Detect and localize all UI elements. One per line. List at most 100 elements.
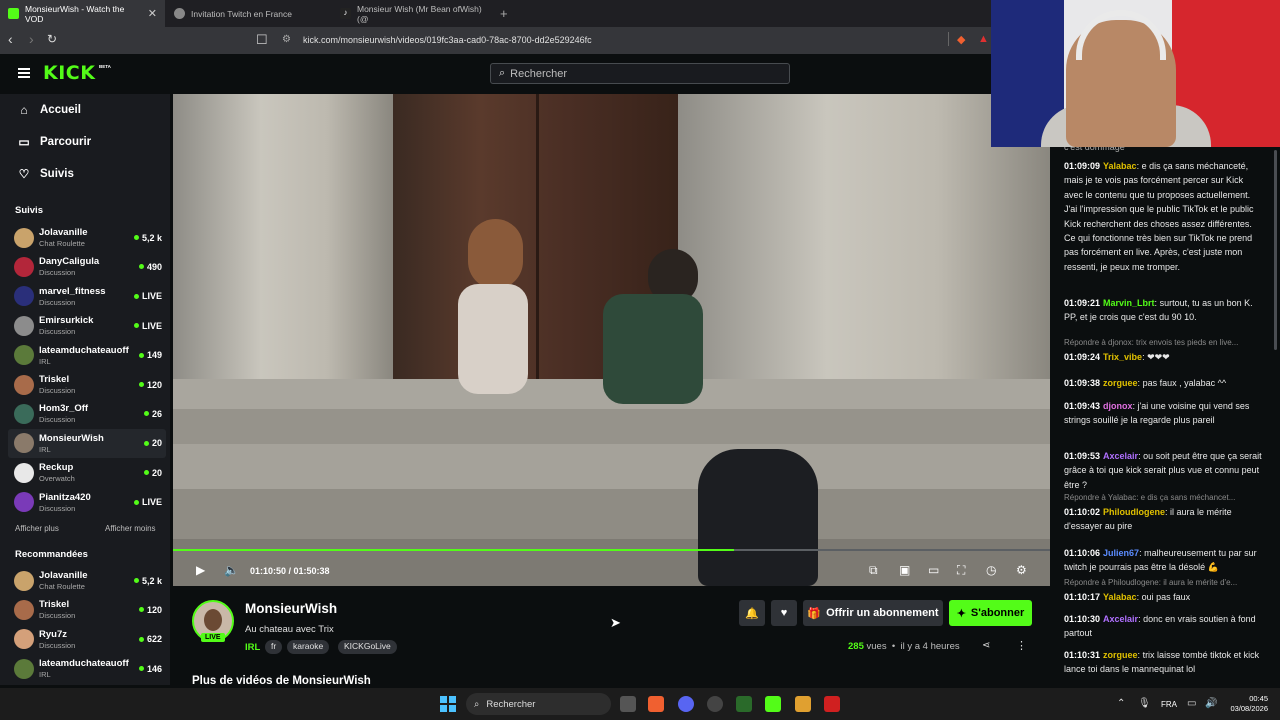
chat-username[interactable]: Axcelair <box>1103 451 1138 461</box>
channel-item[interactable]: MonsieurWish IRL 20 <box>8 428 166 458</box>
nav-parcourir[interactable]: ▭ Parcourir <box>18 135 91 149</box>
volume-icon[interactable]: 🔈 <box>224 563 239 577</box>
chat-username[interactable]: Yalabac <box>1103 592 1137 602</box>
chat-scrollbar[interactable] <box>1274 150 1277 350</box>
chat-username[interactable]: zorguee <box>1103 378 1138 388</box>
channel-item[interactable]: Jolavanille Chat Roulette 5,2 k <box>8 566 166 595</box>
kick-app-icon[interactable] <box>765 696 781 712</box>
network-icon[interactable]: ▭ <box>1187 698 1196 709</box>
gift-sub-button[interactable]: 🎁 Offrir un abonnement <box>803 600 943 626</box>
subscribe-button[interactable]: ✦ S'abonner <box>949 600 1032 626</box>
chat-reply-context[interactable]: Répondre à djonox: trix envois tes pieds… <box>1064 338 1260 347</box>
task-view-icon[interactable] <box>620 696 636 712</box>
channel-item[interactable]: Pianitza420 Discussion LIVE <box>8 488 166 517</box>
tag-kickgolive[interactable]: KICKGoLive <box>338 640 397 654</box>
tag-karaoke[interactable]: karaoke <box>287 640 330 654</box>
show-less-link[interactable]: Afficher moins <box>105 524 156 533</box>
brave-shield-icon[interactable]: ◆ <box>957 33 965 46</box>
channel-item[interactable]: Reckup Overwatch 20 <box>8 458 166 487</box>
microphone-icon[interactable]: 🎙 <box>1138 698 1151 709</box>
channel-item[interactable]: Hom3r_Off Discussion 26 <box>8 399 166 428</box>
chat-username[interactable]: Marvin_Lbrt <box>1103 298 1155 308</box>
pip-icon[interactable]: ⧉ <box>869 563 878 578</box>
search-input[interactable] <box>510 67 771 80</box>
reload-icon[interactable]: ↻ <box>47 32 57 46</box>
channel-item[interactable]: marvel_fitness Discussion LIVE <box>8 282 166 311</box>
chat-message[interactable]: 01:10:06 Julien67: malheureusement tu par… <box>1064 546 1264 575</box>
share-icon[interactable]: ⋖ <box>982 640 990 651</box>
channel-name: Emirsurkick <box>39 315 94 327</box>
chat-username[interactable]: djonox <box>1103 401 1133 411</box>
nav-accueil[interactable]: ⌂ Accueil <box>18 103 81 117</box>
tab-tiktok[interactable]: ♪ Monsieur Wish (Mr Bean ofWish) (@ <box>332 0 497 27</box>
taskbar-search[interactable]: ⌕ Rechercher <box>466 693 611 715</box>
windows-start-icon[interactable] <box>440 696 456 712</box>
discord-app-icon[interactable] <box>678 696 694 712</box>
chat-message[interactable]: 01:09:24 Trix_vibe: ❤❤❤ <box>1064 350 1264 364</box>
brave-app-icon[interactable] <box>648 696 664 712</box>
chat-message[interactable]: 01:09:43 djonox: j'ai une voisine qui ven… <box>1064 399 1264 428</box>
chat-message[interactable]: 01:09:21 Marvin_Lbrt: surtout, tu as un b… <box>1064 296 1264 325</box>
new-tab-button[interactable]: + <box>500 6 508 21</box>
channel-item[interactable]: Triskel Discussion 120 <box>8 370 166 399</box>
chat-username[interactable]: zorguee <box>1103 650 1138 660</box>
chat-message[interactable]: 01:09:38 zorguee: pas faux , yalabac ^^ <box>1064 376 1264 390</box>
follow-button[interactable]: ♥ <box>771 600 797 626</box>
channel-item[interactable]: lateamduchateauoff IRL 149 <box>8 341 166 370</box>
warning-icon[interactable]: ▲ <box>978 33 989 45</box>
play-icon[interactable]: ▶ <box>196 563 205 577</box>
menu-icon[interactable] <box>18 68 30 78</box>
fullscreen-icon[interactable]: ⛶ <box>957 563 965 578</box>
back-icon[interactable]: ‹ <box>8 31 13 47</box>
channel-item[interactable]: Jolavanille Chat Roulette 5,2 k <box>8 223 166 252</box>
tray-chevron-icon[interactable]: ⌃ <box>1117 698 1125 709</box>
tag-fr[interactable]: fr <box>265 640 283 654</box>
chat-username[interactable]: Yalabac <box>1103 161 1137 171</box>
forward-icon[interactable]: › <box>29 31 34 47</box>
bookmark-icon[interactable]: ☐ <box>256 32 268 48</box>
close-tab-icon[interactable]: ✕ <box>148 7 157 20</box>
channel-item[interactable]: Triskel Discussion 120 <box>8 595 166 624</box>
media-app-icon[interactable] <box>824 696 840 712</box>
chat-reply-context[interactable]: Répondre à Philoudlogene: il aura le mér… <box>1064 578 1260 587</box>
notification-button[interactable]: 🔔 <box>739 600 765 626</box>
channel-item[interactable]: Emirsurkick Discussion LIVE <box>8 311 166 340</box>
settings-icon[interactable]: ⚙ <box>1016 563 1027 577</box>
stream-category[interactable]: IRL <box>245 642 260 653</box>
chat-message[interactable]: 01:09:09 Yalabac: e dis ça sans méchancet… <box>1064 159 1264 274</box>
clip-icon[interactable]: ▣ <box>899 563 910 577</box>
chat-message[interactable]: 01:09:53 Axcelair: ou soit peut être que … <box>1064 449 1264 492</box>
volume-tray-icon[interactable]: 🔊 <box>1205 698 1217 709</box>
language-indicator[interactable]: FRA <box>1161 700 1177 709</box>
speed-icon[interactable]: ◷ <box>986 563 996 577</box>
chat-message[interactable]: 01:10:30 Axcelair: donc en vrais soutien … <box>1064 612 1264 641</box>
channel-item[interactable]: lateamduchateauoff IRL 146 <box>8 654 166 683</box>
more-options-icon[interactable]: ⋮ <box>1016 639 1027 652</box>
kick-logo[interactable]: KICK <box>43 62 95 84</box>
theater-icon[interactable]: ▭ <box>928 563 939 577</box>
app-icon[interactable] <box>795 696 811 712</box>
nav-suivis[interactable]: ♡ Suivis <box>18 167 74 181</box>
chat-reply-context[interactable]: Répondre à Yalabac: e dis ça sans méchan… <box>1064 493 1260 502</box>
chat-username[interactable]: Axcelair <box>1103 614 1138 624</box>
chat-username[interactable]: Julien67 <box>1103 548 1139 558</box>
channel-item[interactable]: DanyCaligula Discussion 490 <box>8 252 166 281</box>
search-box[interactable]: ⌕ <box>490 63 790 84</box>
chat-message[interactable]: 01:10:17 Yalabac: oui pas faux <box>1064 590 1264 604</box>
tab-twitch[interactable]: Invitation Twitch en France <box>166 0 331 27</box>
show-more-link[interactable]: Afficher plus <box>15 524 59 533</box>
site-info-icon[interactable]: ⚙ <box>282 34 291 45</box>
chat-message[interactable]: 01:10:31 zorguee: trix laisse tombé tikto… <box>1064 648 1264 677</box>
chat-message[interactable]: 01:10:02 Philoudlogene: il aura le mérite… <box>1064 505 1264 534</box>
chat-username[interactable]: Philoudlogene <box>1103 507 1165 517</box>
channel-item[interactable]: Ryu7z Discussion 622 <box>8 625 166 654</box>
app-icon[interactable] <box>736 696 752 712</box>
url-field[interactable]: kick.com/monsieurwish/videos/019fc3aa-ca… <box>303 35 592 45</box>
obs-app-icon[interactable] <box>707 696 723 712</box>
video-player[interactable] <box>173 94 1050 586</box>
streamer-name[interactable]: MonsieurWish <box>245 601 337 616</box>
channel-name: Triskel <box>39 599 70 611</box>
tab-kick[interactable]: MonsieurWish - Watch the VOD ✕ <box>0 0 165 27</box>
chat-username[interactable]: Trix_vibe <box>1103 352 1142 362</box>
clock[interactable]: 00:45 03/08/2026 <box>1222 694 1268 714</box>
